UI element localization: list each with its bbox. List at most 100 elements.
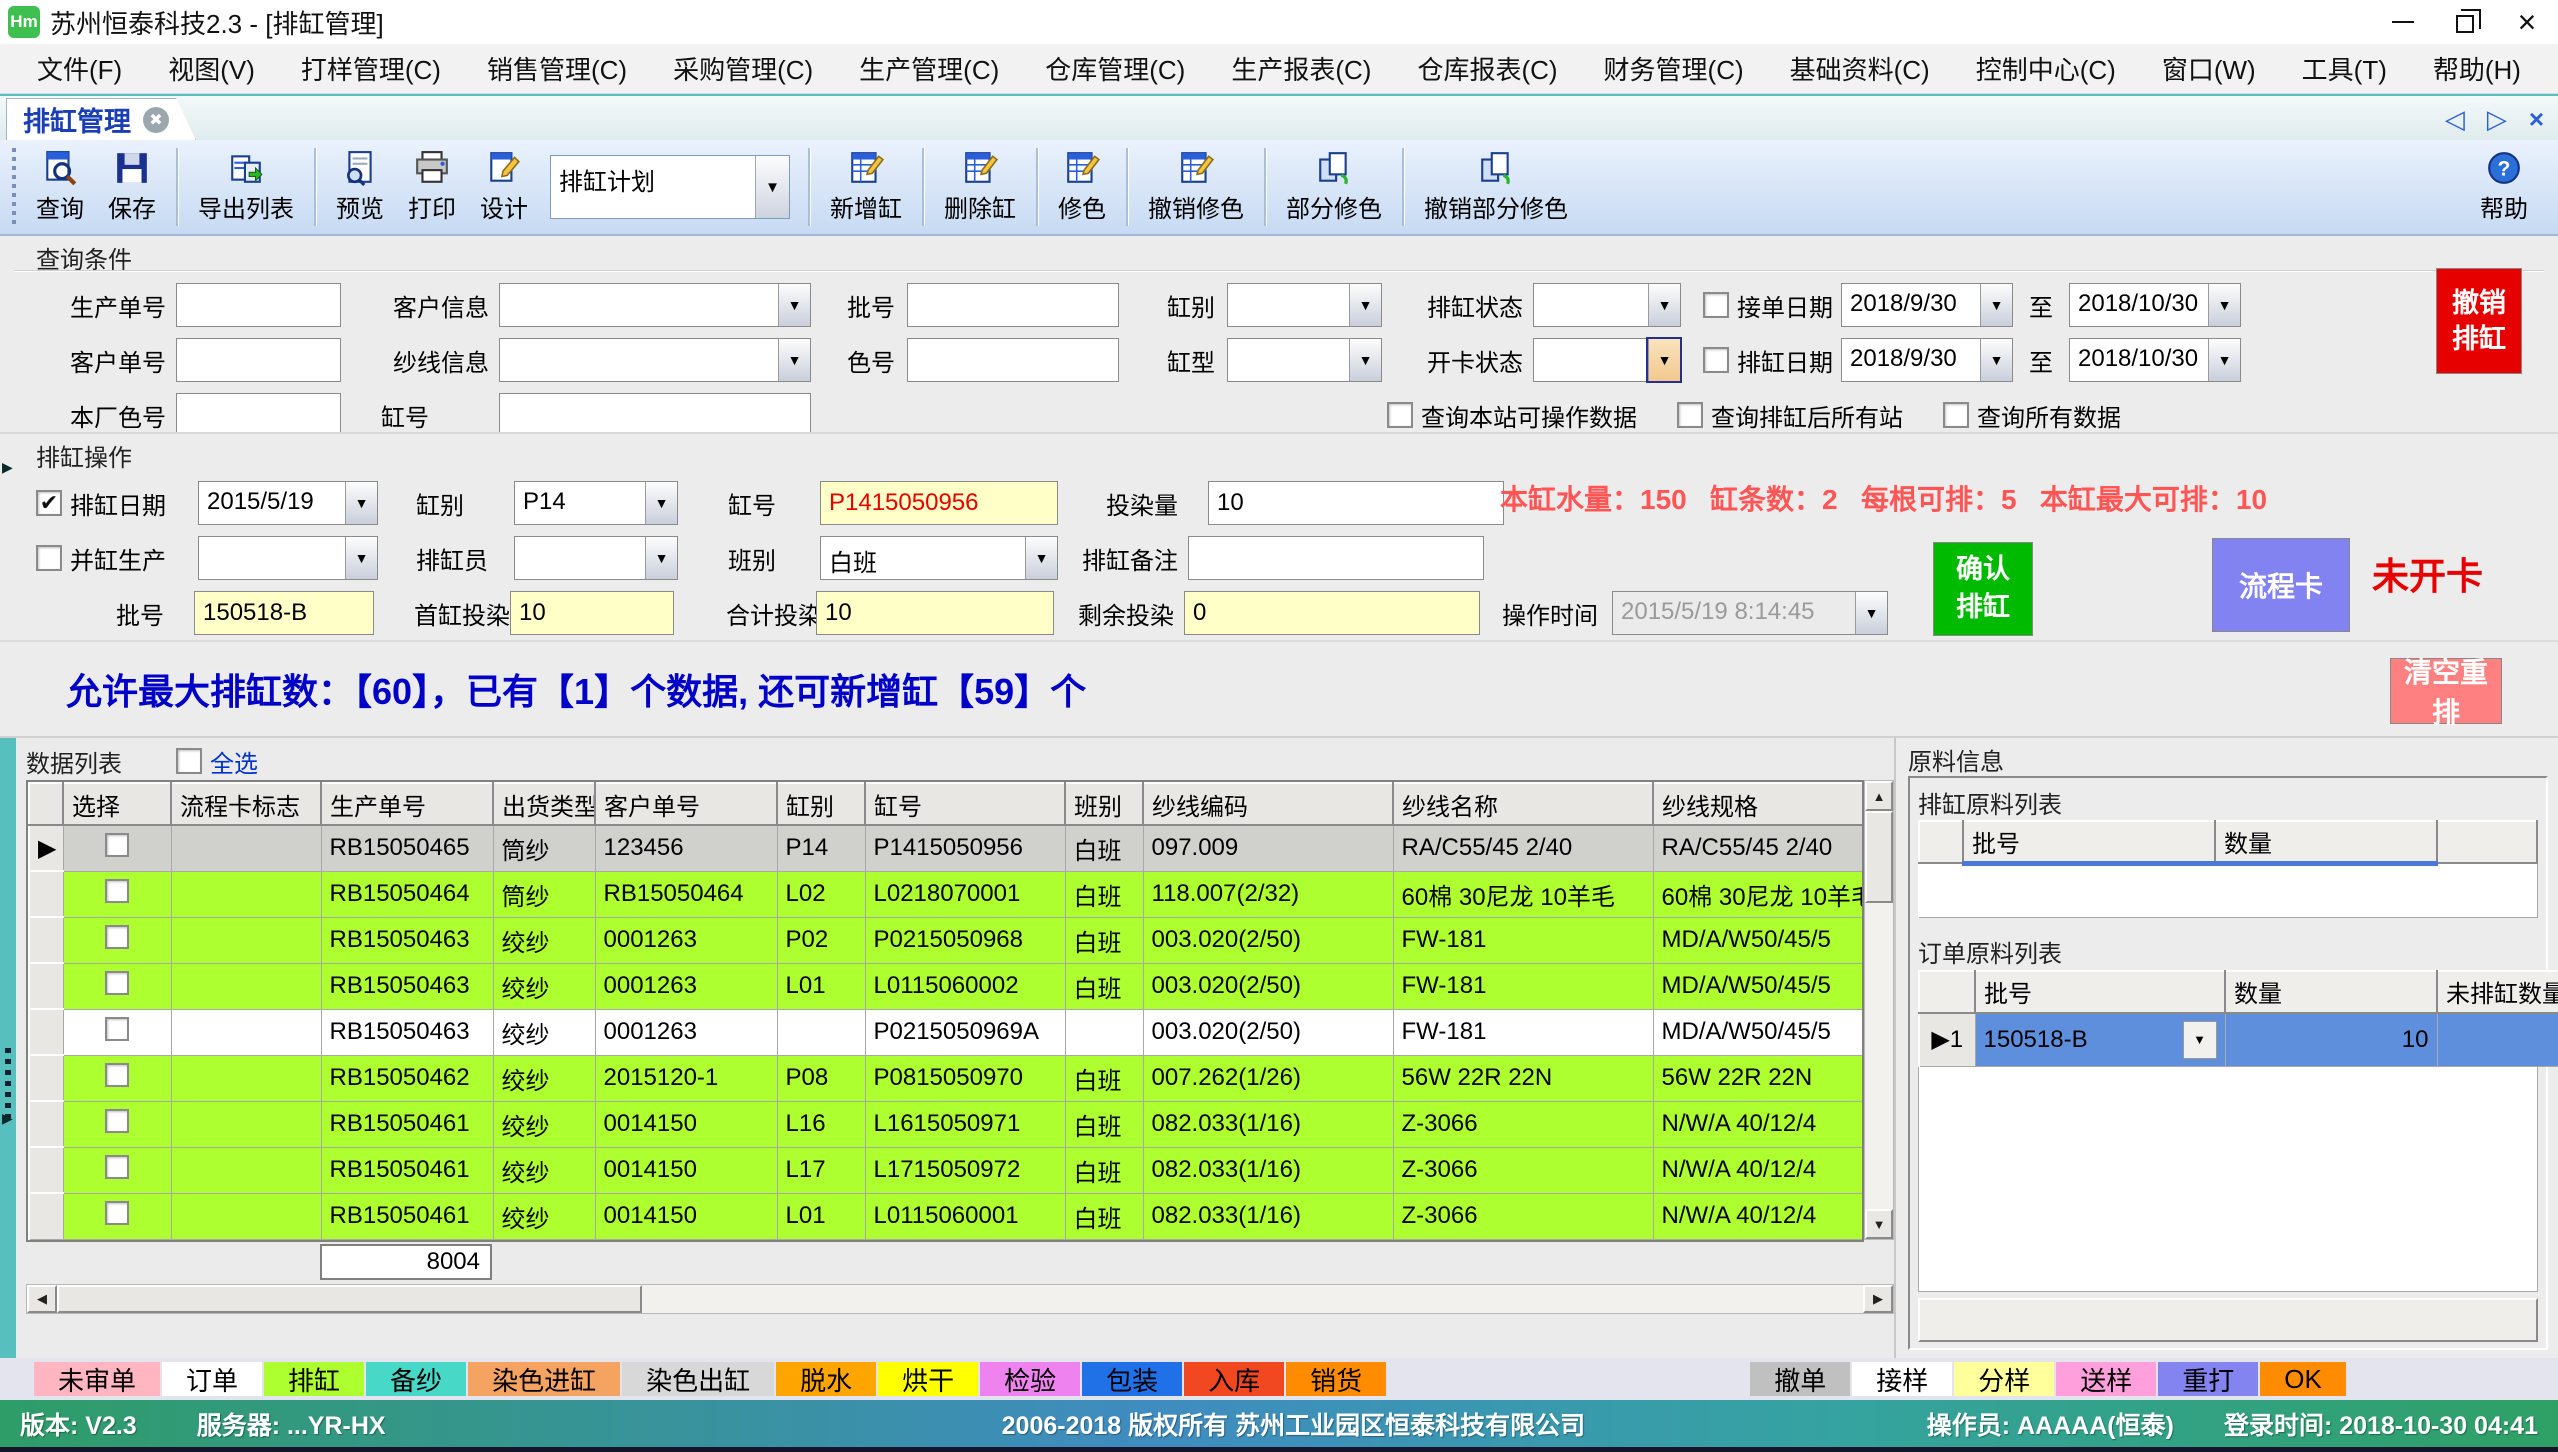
combo-arrow-icon[interactable]: ▼ — [1980, 339, 2012, 381]
column-header[interactable]: 纱线名称 — [1393, 783, 1653, 825]
order-date-to-picker[interactable]: 2018/10/30▼ — [2069, 283, 2241, 327]
column-header[interactable]: 纱线编码 — [1143, 783, 1393, 825]
add-vat-button[interactable]: 新增缸 — [818, 150, 914, 224]
row-checkbox[interactable] — [105, 879, 129, 903]
confirm-vat-button[interactable]: 确认 排缸 — [1933, 542, 2033, 636]
table-row[interactable]: RB15050463绞纱0001263P02P0215050968白班003.0… — [29, 917, 1864, 963]
vertical-scrollbar[interactable]: ▲ ▼ — [1864, 780, 1894, 1240]
save-button[interactable]: 保存 — [96, 150, 168, 224]
factory-color-input[interactable] — [176, 393, 341, 437]
table-row[interactable]: ▶RB15050465筒纱123456P14P1415050956白班097.0… — [29, 825, 1864, 871]
scroll-right-icon[interactable]: ▶ — [1863, 1285, 1893, 1313]
shift-combobox[interactable]: 白班▼ — [820, 536, 1058, 580]
vat-date-to-picker[interactable]: 2018/10/30▼ — [2069, 338, 2241, 382]
print-button[interactable]: 打印 — [396, 150, 468, 224]
undo-recolor-button[interactable]: 撤销修色 — [1136, 150, 1256, 224]
row-select-cell[interactable] — [63, 871, 171, 917]
all-data-checkbox[interactable] — [1943, 402, 1969, 428]
column-header[interactable]: 客户单号 — [595, 783, 777, 825]
column-header[interactable]: 缸别 — [777, 783, 865, 825]
vat-date-checkbox[interactable] — [1703, 347, 1729, 373]
column-header[interactable]: 选择 — [63, 783, 171, 825]
undo-partial-recolor-button[interactable]: 撤销部分修色 — [1412, 150, 1580, 224]
toolbar-grip[interactable] — [12, 148, 16, 226]
restore-button[interactable] — [2434, 0, 2496, 44]
row-checkbox[interactable] — [105, 1063, 129, 1087]
tab-vat-management[interactable]: 排缸管理 ✖ — [6, 98, 196, 140]
table-row[interactable]: RB15050464筒纱RB15050464L02L0218070001白班11… — [29, 871, 1864, 917]
dye-qty-input[interactable] — [1208, 481, 1504, 525]
row-checkbox[interactable] — [105, 925, 129, 949]
horizontal-scrollbar[interactable]: ◀ ▶ — [26, 1284, 1894, 1314]
combo-arrow-icon[interactable]: ▼ — [2208, 339, 2240, 381]
table-row[interactable]: RB15050461绞纱0014150L17L1715050972白班082.0… — [29, 1147, 1864, 1193]
row-select-cell[interactable] — [63, 1193, 171, 1239]
menu-item[interactable]: 工具(T) — [2279, 44, 2410, 93]
column-header[interactable]: 班别 — [1065, 783, 1143, 825]
cust-info-combobox[interactable]: ▼ — [499, 283, 811, 327]
column-header[interactable]: 生产单号 — [321, 783, 493, 825]
combo-arrow-icon[interactable]: ▼ — [345, 537, 377, 579]
prod-no-input[interactable] — [176, 283, 341, 327]
combo-arrow-icon[interactable]: ▼ — [1349, 284, 1381, 326]
table-row[interactable]: RB15050461绞纱0014150L01L0115060001白班082.0… — [29, 1193, 1864, 1239]
column-header[interactable]: 流程卡标志 — [171, 783, 321, 825]
card-status-combobox[interactable]: ▼ — [1533, 338, 1681, 382]
combo-arrow-icon[interactable]: ▼ — [645, 537, 677, 579]
scroll-left-icon[interactable]: ◀ — [27, 1285, 57, 1313]
preview-button[interactable]: 预览 — [324, 150, 396, 224]
table-row[interactable]: RB15050461绞纱0014150L16L1615050971白班082.0… — [29, 1101, 1864, 1147]
menu-item[interactable]: 基础资料(C) — [1767, 44, 1953, 93]
cancel-vat-button[interactable]: 撤销 排缸 — [2436, 268, 2522, 374]
row-select-cell[interactable] — [63, 1147, 171, 1193]
after-vat-checkbox[interactable] — [1677, 402, 1703, 428]
menu-item[interactable]: 生产管理(C) — [836, 44, 1022, 93]
remain-dye-input[interactable] — [1184, 591, 1480, 635]
design-button[interactable]: 设计 — [468, 150, 540, 224]
row-checkbox[interactable] — [105, 1155, 129, 1179]
menu-item[interactable]: 打样管理(C) — [278, 44, 464, 93]
tab-scroll-left-icon[interactable]: ◁ — [2445, 104, 2465, 135]
table-row[interactable] — [1919, 863, 2537, 917]
combo-arrow-icon[interactable]: ▼ — [2183, 1021, 2217, 1059]
yarn-info-combobox[interactable]: ▼ — [499, 338, 811, 382]
help-button[interactable]: ? 帮助 — [2468, 150, 2540, 224]
combo-arrow-icon[interactable]: ▼ — [755, 156, 789, 218]
minimize-button[interactable] — [2372, 0, 2434, 44]
clear-rearrange-button[interactable]: 清空重排 — [2390, 658, 2502, 724]
combo-arrow-icon[interactable]: ▼ — [778, 284, 810, 326]
menu-item[interactable]: 仓库管理(C) — [1022, 44, 1208, 93]
report-type-combobox[interactable]: 排缸计划 ▼ — [550, 155, 790, 219]
color-no-input[interactable] — [907, 338, 1119, 382]
table-row[interactable]: ▶1 150518-B ▼ 10 0 — [1919, 1013, 2558, 1067]
row-select-cell[interactable] — [63, 1055, 171, 1101]
tab-close-icon[interactable]: ✖ — [143, 107, 169, 133]
row-select-cell[interactable] — [63, 963, 171, 1009]
menu-item[interactable]: 控制中心(C) — [1953, 44, 2139, 93]
column-header[interactable]: 纱线规格 — [1653, 783, 1864, 825]
remark-input[interactable] — [1188, 536, 1484, 580]
collapse-splitter[interactable]: ▶ ▶ — [0, 738, 16, 1358]
row-checkbox[interactable] — [105, 1109, 129, 1133]
op-batch-input[interactable] — [194, 591, 374, 635]
vat-no-input[interactable] — [499, 393, 811, 437]
row-select-cell[interactable] — [63, 825, 171, 871]
row-select-cell[interactable] — [63, 917, 171, 963]
table-row[interactable]: RB15050463绞纱0001263L01L0115060002白班003.0… — [29, 963, 1864, 1009]
op-vat-date-checkbox[interactable]: ✔ — [36, 490, 62, 516]
combo-arrow-icon[interactable]: ▼ — [2208, 284, 2240, 326]
combo-arrow-icon[interactable]: ▼ — [1648, 284, 1680, 326]
horizontal-scroll-thumb[interactable] — [57, 1285, 642, 1313]
vertical-scroll-thumb[interactable] — [1865, 811, 1893, 903]
vat-class-combobox[interactable]: ▼ — [1227, 283, 1382, 327]
combo-arrow-icon[interactable]: ▼ — [1349, 339, 1381, 381]
export-list-button[interactable]: 导出列表 — [186, 150, 306, 224]
combo-arrow-icon[interactable]: ▼ — [645, 482, 677, 524]
row-select-cell[interactable] — [63, 1009, 171, 1055]
recolor-button[interactable]: 修色 — [1046, 150, 1118, 224]
menu-item[interactable]: 财务管理(C) — [1581, 44, 1767, 93]
scroll-up-icon[interactable]: ▲ — [1865, 781, 1893, 811]
first-dye-input[interactable] — [510, 591, 674, 635]
merge-prod-checkbox[interactable] — [36, 545, 62, 571]
operator-combobox[interactable]: ▼ — [514, 536, 678, 580]
